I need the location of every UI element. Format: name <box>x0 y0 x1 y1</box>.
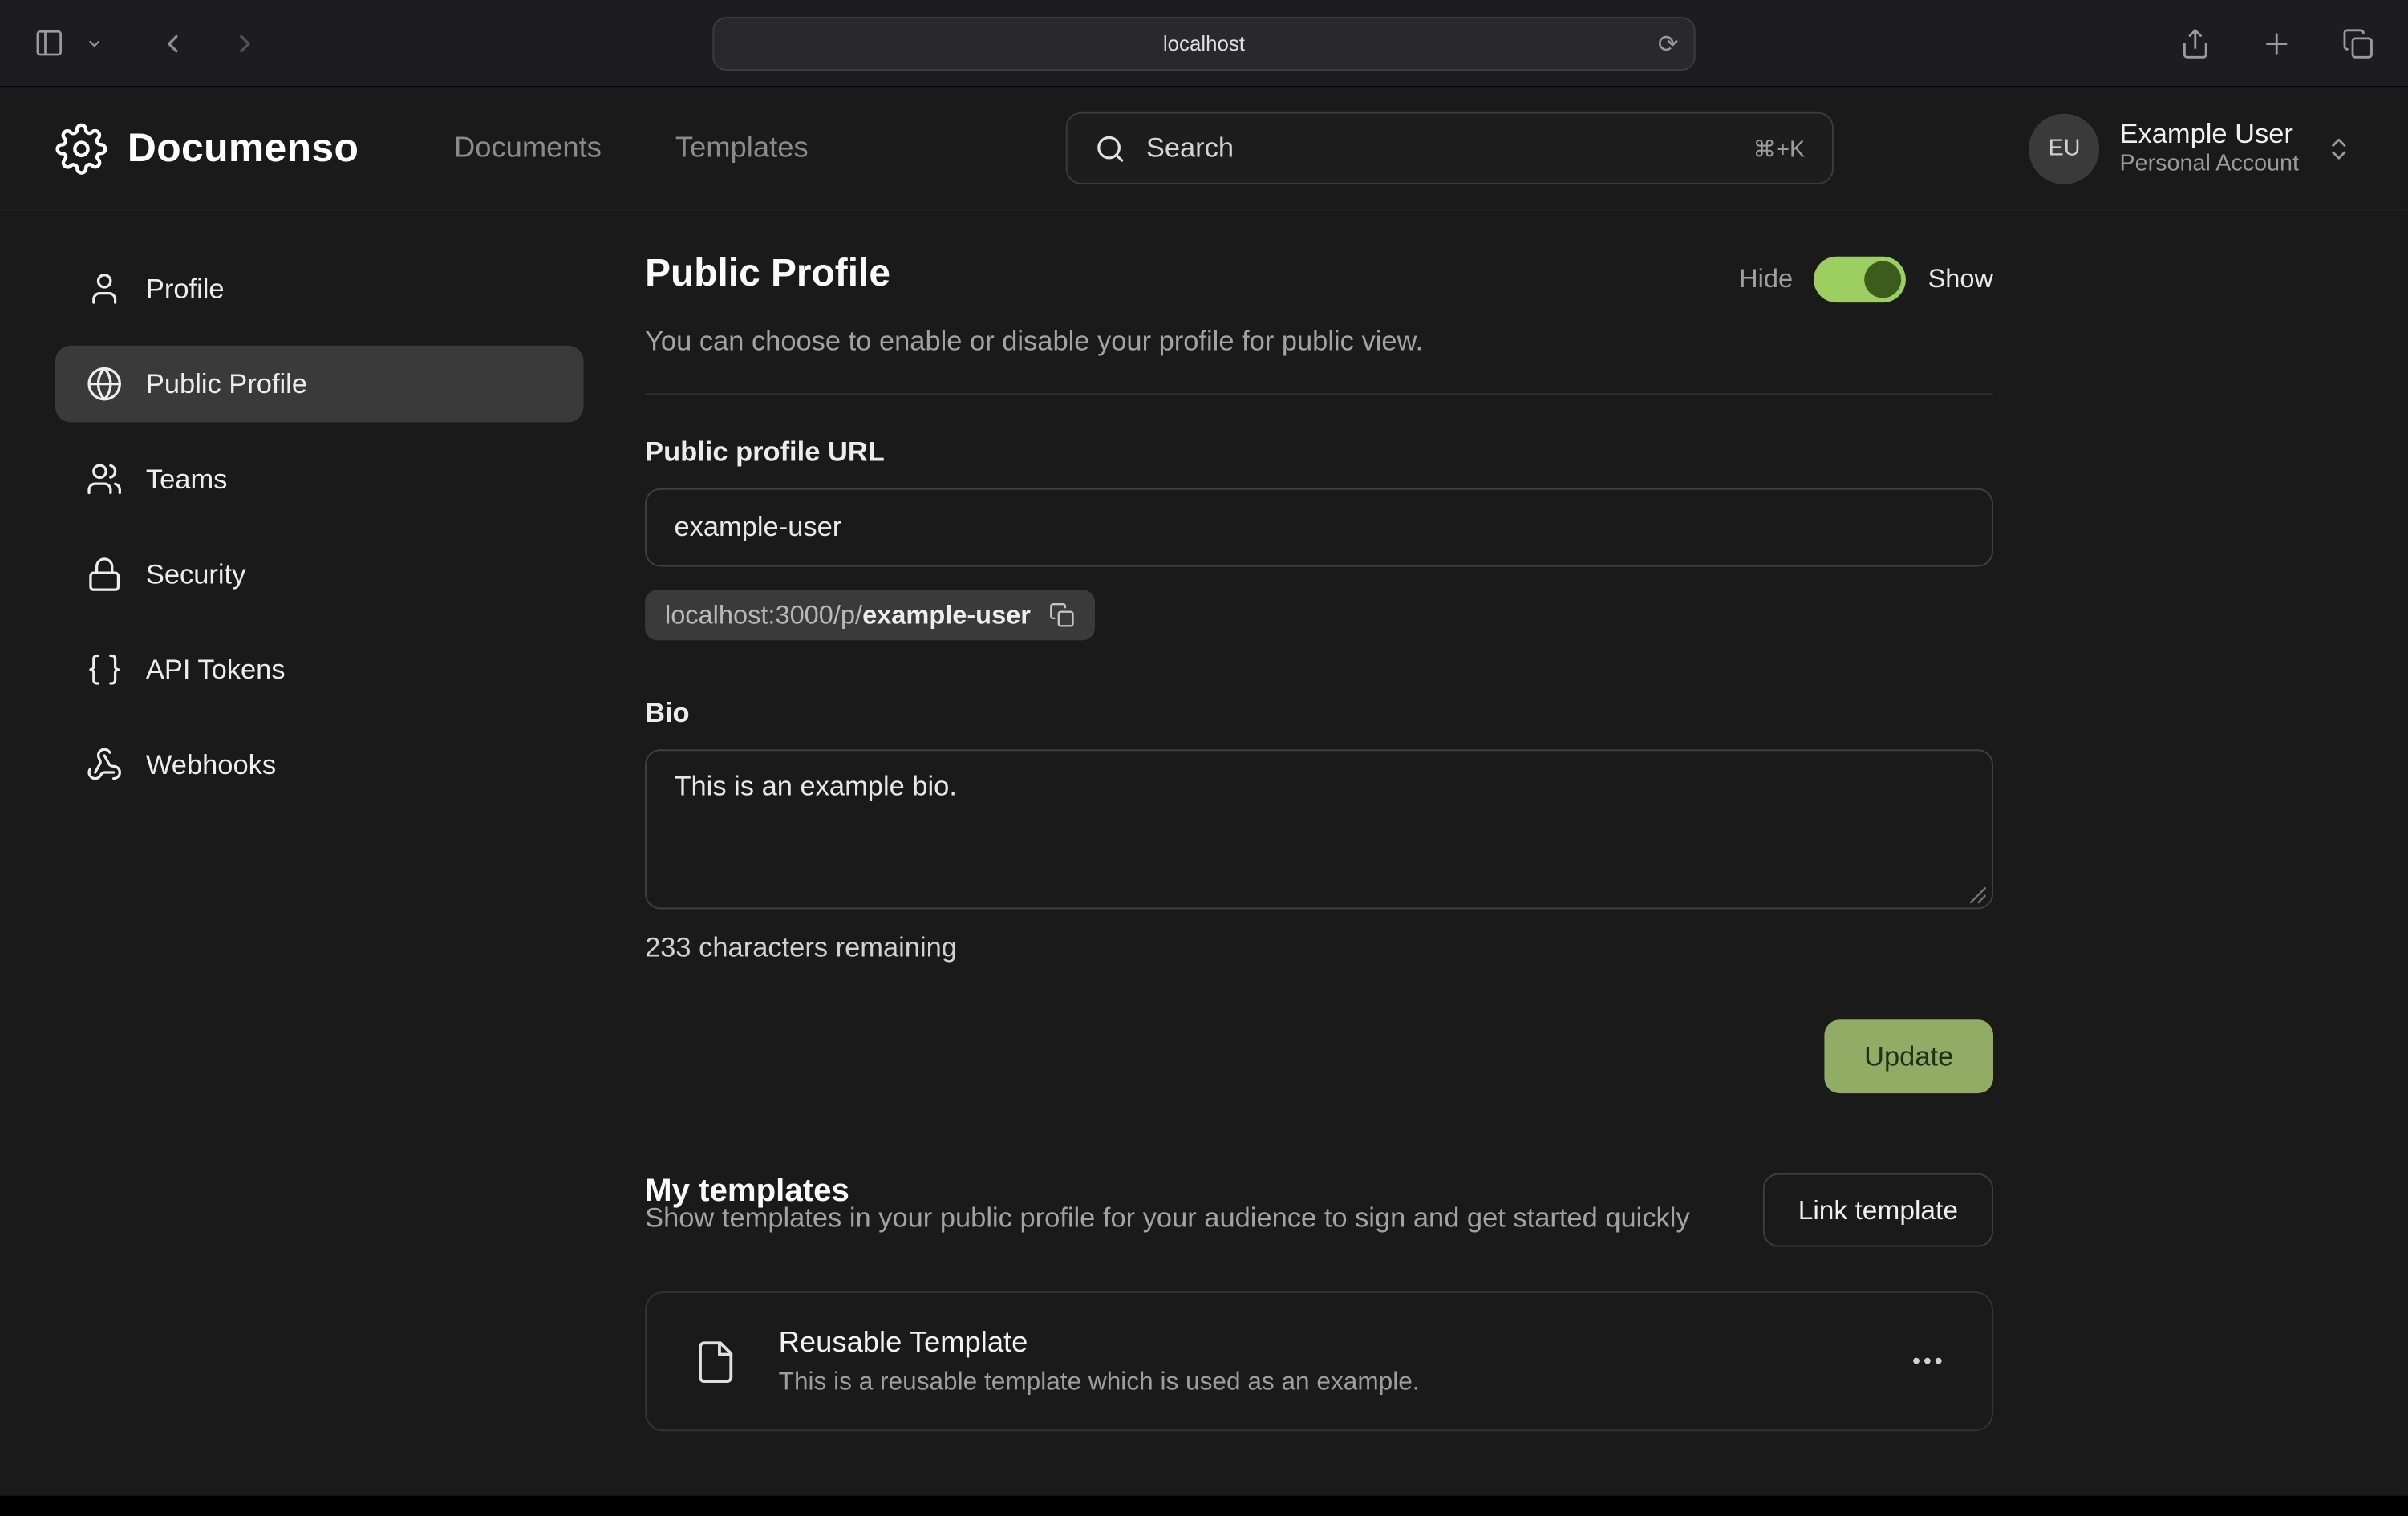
nav-templates[interactable]: Templates <box>675 132 809 165</box>
address-bar[interactable]: localhost ⟳ <box>712 17 1695 71</box>
sidebar-item-label: Webhooks <box>146 748 276 780</box>
content: Profile Public Profile Teams Security AP… <box>0 210 2408 1431</box>
new-tab-icon[interactable] <box>2254 21 2299 66</box>
profile-url-input[interactable] <box>645 488 1993 567</box>
sidebar-item-security[interactable]: Security <box>55 536 584 613</box>
public-profile-settings: Public Profile Hide Show You can choose … <box>645 252 1993 1431</box>
bio-field-label: Bio <box>645 697 1993 729</box>
update-button[interactable]: Update <box>1824 1019 1993 1093</box>
characters-remaining: 233 characters remaining <box>645 932 1993 964</box>
app-header: Documenso Documents Templates ⌘+K EU Exa… <box>0 87 2408 210</box>
app-window: localhost ⟳ Documenso Documents Template… <box>0 0 2408 1516</box>
template-title: Reusable Template <box>779 1326 1420 1360</box>
sidebar-item-label: Teams <box>146 463 227 495</box>
visibility-toggle-row: Hide Show <box>1739 257 1993 302</box>
template-card: Reusable Template This is a reusable tem… <box>645 1291 1993 1431</box>
page-title: Public Profile <box>645 252 890 297</box>
file-icon <box>692 1334 738 1389</box>
forward-button[interactable] <box>225 22 266 64</box>
users-icon <box>86 460 123 497</box>
search-icon <box>1096 133 1126 164</box>
toggle-knob <box>1865 261 1902 298</box>
template-menu-button[interactable]: ••• <box>1912 1348 1946 1375</box>
my-templates-description: Show templates in your public profile fo… <box>645 1198 1705 1239</box>
bio-textarea[interactable]: This is an example bio. <box>645 749 1993 909</box>
public-url-chip: localhost:3000/p/example-user <box>645 590 1095 640</box>
account-type: Personal Account <box>2119 151 2299 180</box>
refresh-icon[interactable]: ⟳ <box>1658 28 1679 59</box>
sidebar-item-webhooks[interactable]: Webhooks <box>55 727 584 804</box>
brand-name: Documenso <box>128 124 359 172</box>
avatar: EU <box>2029 113 2100 184</box>
back-button[interactable] <box>152 22 194 64</box>
sidebar-item-label: Public Profile <box>146 368 307 400</box>
window-bottom-edge <box>0 1496 2408 1516</box>
globe-icon <box>86 366 123 403</box>
profile-visibility-toggle[interactable] <box>1814 257 1907 302</box>
search-box[interactable]: ⌘+K <box>1066 112 1834 184</box>
sidebar-item-label: Security <box>146 558 246 590</box>
browser-chrome: localhost ⟳ <box>0 0 2408 87</box>
chevron-down-icon[interactable] <box>80 28 109 57</box>
copy-icon[interactable] <box>1049 602 1076 628</box>
lock-icon <box>86 556 123 593</box>
chevrons-up-down-icon <box>2325 135 2353 162</box>
sidebar-item-teams[interactable]: Teams <box>55 440 584 517</box>
section-description: You can choose to enable or disable your… <box>645 326 1993 358</box>
link-template-button[interactable]: Link template <box>1763 1173 1993 1247</box>
sidebar-item-label: Profile <box>146 273 225 305</box>
nav-documents[interactable]: Documents <box>454 132 602 165</box>
show-label: Show <box>1928 264 1993 294</box>
search-input[interactable] <box>1146 132 1733 164</box>
resize-grip-icon[interactable] <box>1968 886 1987 905</box>
divider <box>645 393 1993 395</box>
user-name: Example User <box>2119 116 2299 151</box>
settings-sidebar: Profile Public Profile Teams Security AP… <box>55 250 584 1431</box>
sidebar-item-public-profile[interactable]: Public Profile <box>55 346 584 423</box>
top-nav: Documents Templates <box>454 132 809 165</box>
braces-icon <box>86 651 123 688</box>
address-bar-url: localhost <box>1163 32 1245 55</box>
tab-overview-icon[interactable] <box>2336 21 2381 66</box>
sidebar-item-api-tokens[interactable]: API Tokens <box>55 631 584 708</box>
hide-label: Hide <box>1739 264 1793 294</box>
search-shortcut: ⌘+K <box>1753 135 1806 162</box>
template-description: This is a reusable template which is use… <box>779 1368 1420 1396</box>
share-icon[interactable] <box>2173 21 2218 66</box>
documenso-logo-icon <box>55 122 107 174</box>
sidebar-item-label: API Tokens <box>146 654 286 686</box>
user-menu[interactable]: EU Example User Personal Account <box>2029 113 2353 184</box>
public-url-text: localhost:3000/p/example-user <box>665 600 1031 630</box>
sidebar-item-profile[interactable]: Profile <box>55 250 584 327</box>
sidebar-toggle-icon[interactable] <box>27 22 71 65</box>
user-icon <box>86 270 123 307</box>
webhook-icon <box>86 746 123 783</box>
brand[interactable]: Documenso <box>55 122 359 174</box>
url-field-label: Public profile URL <box>645 436 1993 468</box>
